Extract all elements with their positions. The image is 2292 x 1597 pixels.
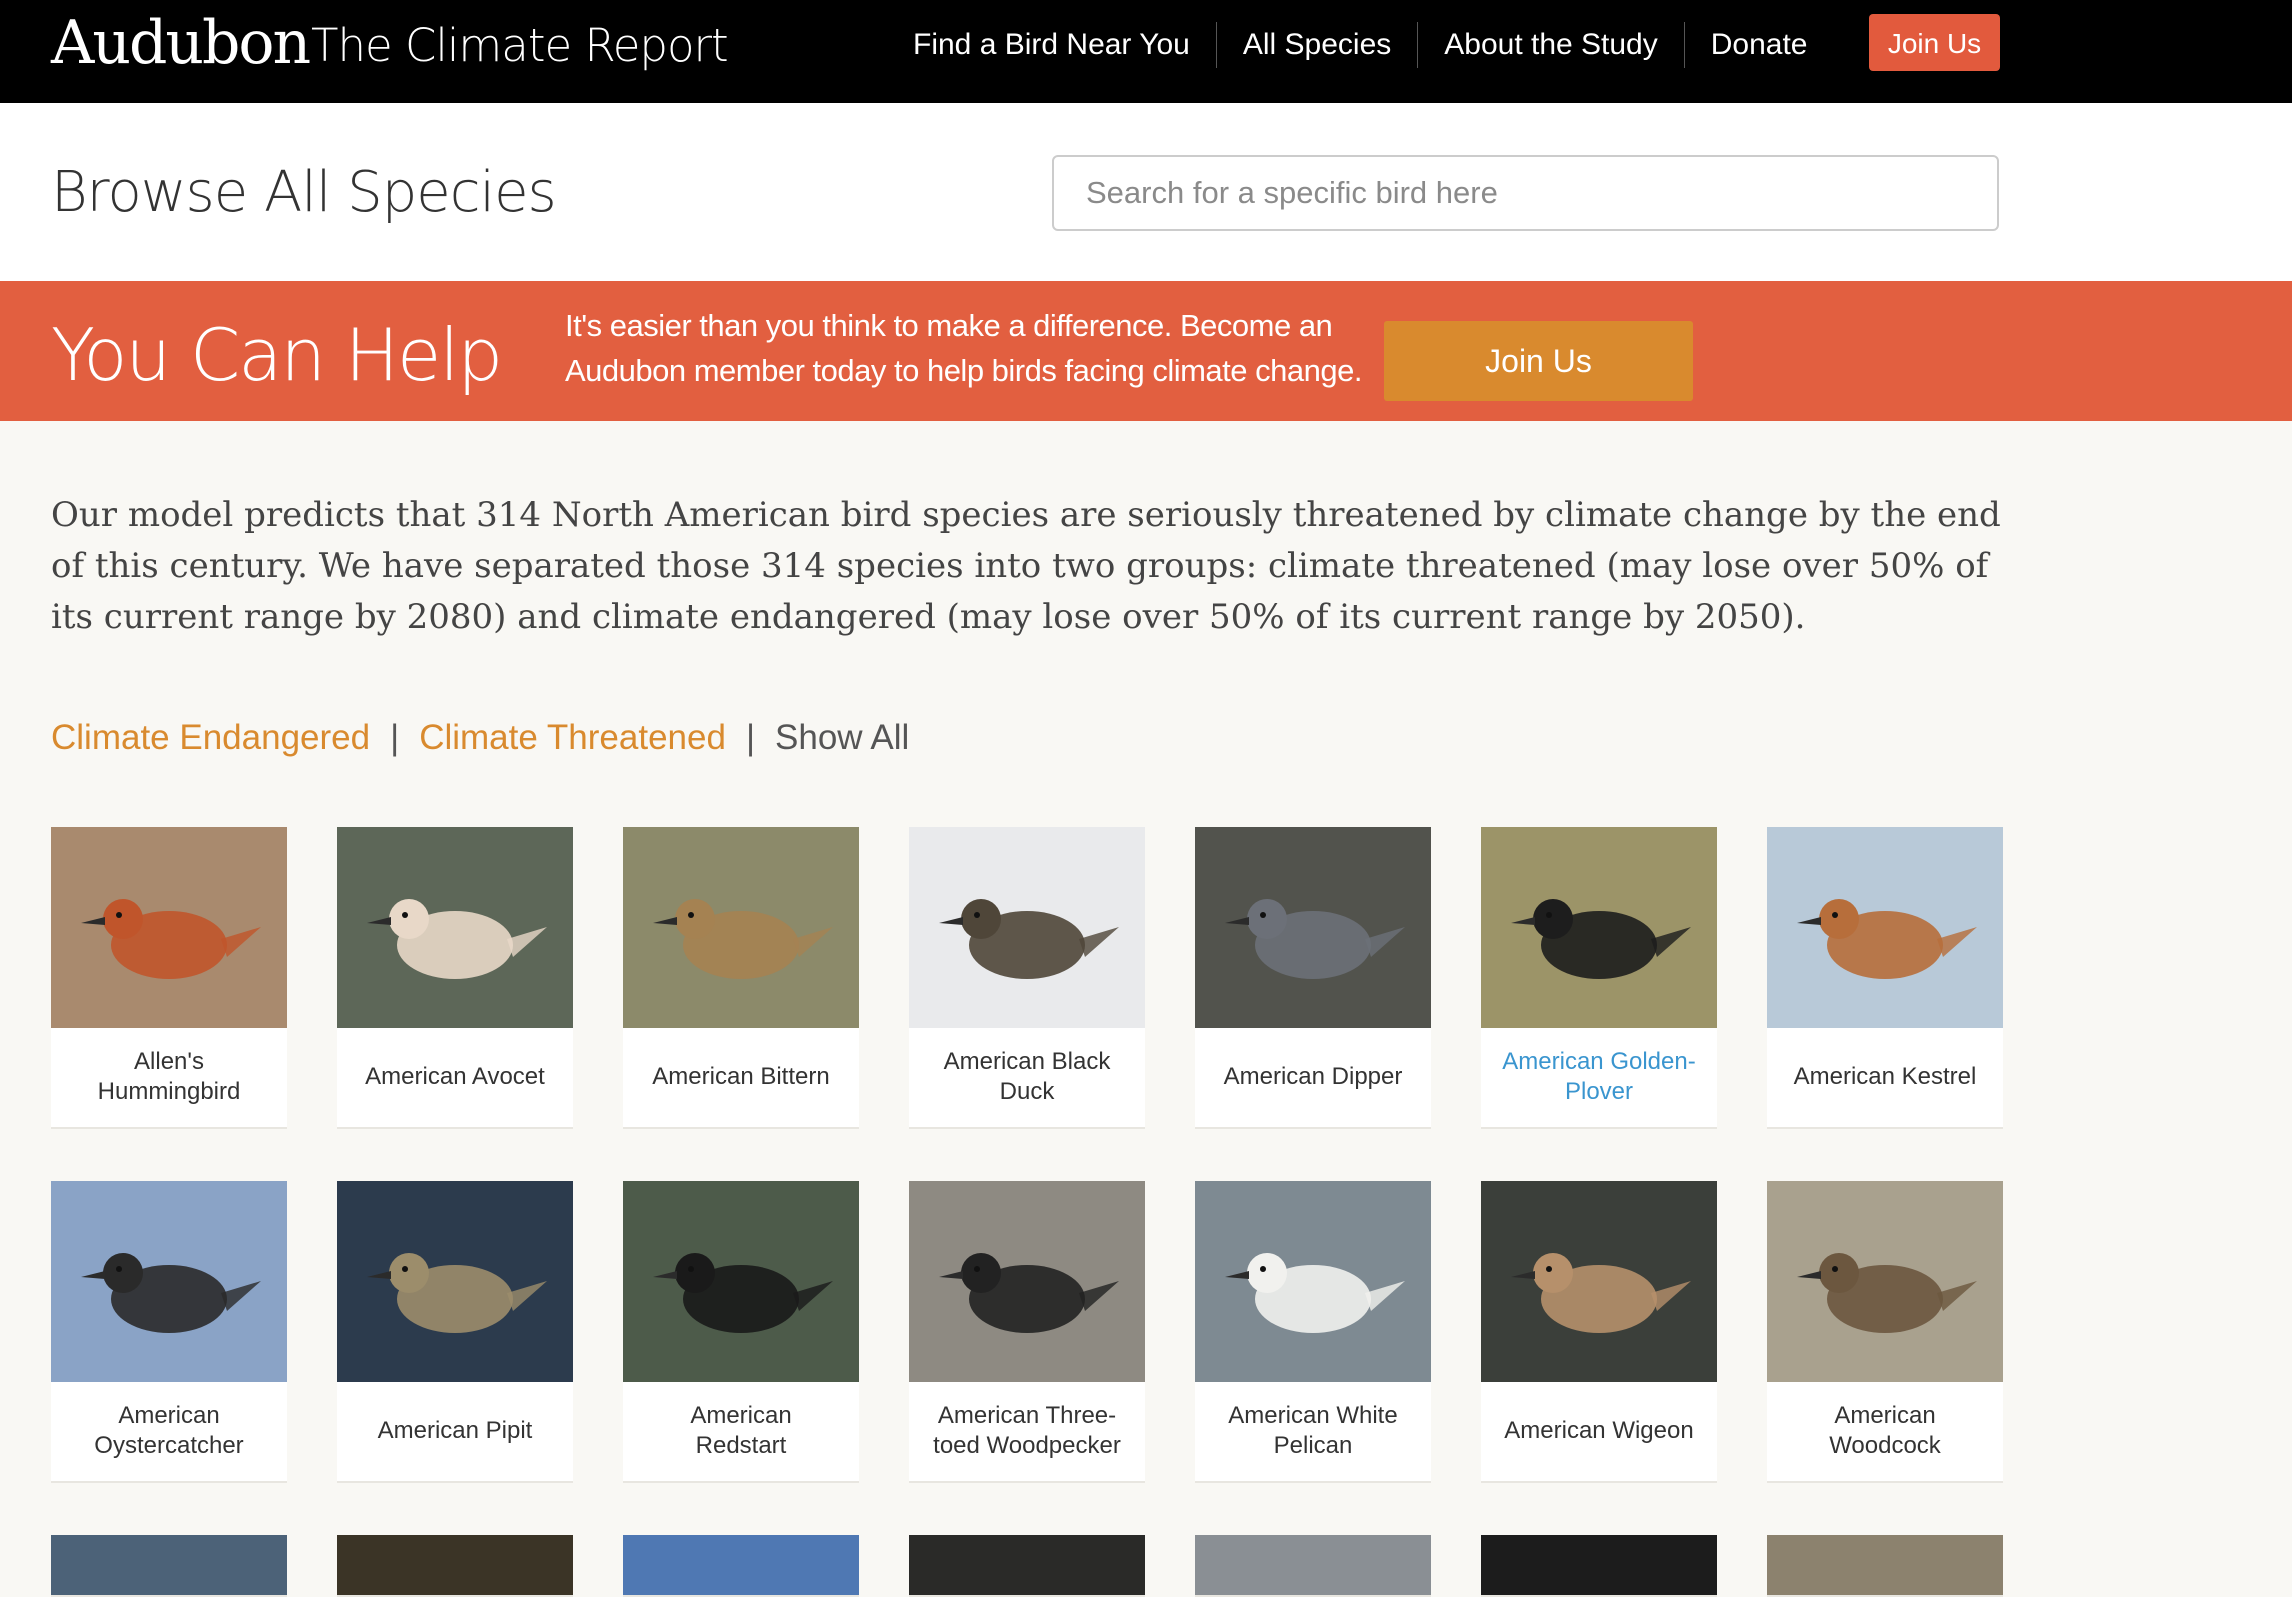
join-us-banner-button[interactable]: Join Us — [1384, 321, 1693, 401]
species-name[interactable]: American Bittern — [623, 1028, 859, 1125]
bird-photo[interactable] — [1767, 1535, 2003, 1595]
species-card[interactable] — [1195, 1535, 1431, 1597]
species-name[interactable]: American Black Duck — [909, 1028, 1145, 1125]
species-card[interactable]: American Wigeon — [1481, 1181, 1717, 1483]
species-name[interactable]: American Oystercatcher — [51, 1382, 287, 1479]
bird-photo[interactable] — [623, 827, 859, 1028]
bird-photo[interactable] — [51, 827, 287, 1028]
filter-separator: | — [745, 718, 756, 757]
species-card[interactable] — [51, 1535, 287, 1597]
species-card[interactable]: American Three-toed Woodpecker — [909, 1181, 1145, 1483]
bird-photo[interactable] — [51, 1181, 287, 1382]
species-name[interactable]: Allen's Hummingbird — [51, 1028, 287, 1125]
species-name[interactable]: American Kestrel — [1767, 1028, 2003, 1125]
species-name[interactable]: American Wigeon — [1481, 1382, 1717, 1479]
species-grid: Allen's Hummingbird American Avocet Americ… — [51, 827, 2003, 1597]
species-name[interactable]: American Woodcock — [1767, 1382, 2003, 1479]
species-card[interactable]: American Avocet — [337, 827, 573, 1129]
help-banner-text: It's easier than you think to make a dif… — [565, 303, 1365, 393]
browse-header: Browse All Species — [0, 103, 2292, 281]
site-title[interactable]: The Climate Report — [311, 16, 729, 76]
species-name[interactable]: American Avocet — [337, 1028, 573, 1125]
species-name[interactable]: American Pipit — [337, 1382, 573, 1479]
bird-photo[interactable] — [1481, 1535, 1717, 1595]
filter-show-all[interactable]: Show All — [775, 718, 909, 758]
species-card[interactable]: American Dipper — [1195, 827, 1431, 1129]
bird-photo[interactable] — [1481, 827, 1717, 1028]
bird-photo[interactable] — [909, 827, 1145, 1028]
species-card[interactable]: American Woodcock — [1767, 1181, 2003, 1483]
bird-photo[interactable] — [909, 1535, 1145, 1595]
species-search-input[interactable] — [1052, 155, 1999, 231]
species-filter-bar: Climate Endangered | Climate Threatened … — [51, 715, 909, 761]
help-banner-title: You Can Help — [51, 313, 503, 397]
help-text-line-1: It's easier than you think to make a dif… — [565, 308, 1333, 343]
species-card[interactable] — [909, 1535, 1145, 1597]
bird-photo[interactable] — [623, 1181, 859, 1382]
bird-photo[interactable] — [1767, 1181, 2003, 1382]
species-name[interactable]: American Golden-Plover — [1481, 1028, 1717, 1125]
filter-climate-endangered[interactable]: Climate Endangered — [51, 718, 370, 758]
nav-about-study[interactable]: About the Study — [1417, 22, 1684, 68]
join-us-header-button[interactable]: Join Us — [1869, 14, 2000, 71]
species-name[interactable]: American Dipper — [1195, 1028, 1431, 1125]
species-card[interactable]: American Pipit — [337, 1181, 573, 1483]
filter-climate-threatened[interactable]: Climate Threatened — [419, 718, 726, 758]
bird-photo[interactable] — [1195, 827, 1431, 1028]
bird-photo[interactable] — [623, 1535, 859, 1595]
filter-separator: | — [390, 718, 400, 757]
bird-photo[interactable] — [1481, 1181, 1717, 1382]
bird-photo[interactable] — [1195, 1535, 1431, 1595]
species-card[interactable] — [337, 1535, 573, 1597]
species-card[interactable]: American Redstart — [623, 1181, 859, 1483]
species-card[interactable]: American Black Duck — [909, 827, 1145, 1129]
audubon-logo[interactable]: Audubon — [51, 8, 311, 78]
species-card[interactable] — [1481, 1535, 1717, 1597]
main-nav: Find a Bird Near You All Species About t… — [913, 22, 1834, 68]
help-banner: You Can Help It's easier than you think … — [0, 281, 2292, 421]
nav-all-species[interactable]: All Species — [1215, 22, 1417, 68]
nav-find-bird[interactable]: Find a Bird Near You — [913, 22, 1216, 68]
species-card[interactable] — [1767, 1535, 2003, 1597]
species-card[interactable]: Allen's Hummingbird — [51, 827, 287, 1129]
species-card[interactable]: American Kestrel — [1767, 827, 2003, 1129]
species-card[interactable]: American Golden-Plover — [1481, 827, 1717, 1129]
page-title: Browse All Species — [51, 160, 557, 225]
bird-photo[interactable] — [51, 1535, 287, 1595]
species-card[interactable]: American Oystercatcher — [51, 1181, 287, 1483]
bird-photo[interactable] — [337, 1181, 573, 1382]
species-name[interactable]: American White Pelican — [1195, 1382, 1431, 1479]
species-card[interactable] — [623, 1535, 859, 1597]
top-navigation-bar: Audubon The Climate Report Find a Bird N… — [0, 0, 2292, 103]
species-card[interactable]: American White Pelican — [1195, 1181, 1431, 1483]
nav-donate[interactable]: Donate — [1683, 22, 1834, 68]
bird-photo[interactable] — [1195, 1181, 1431, 1382]
species-name[interactable]: American Redstart — [623, 1382, 859, 1479]
intro-paragraph: Our model predicts that 314 North Americ… — [51, 495, 2001, 637]
bird-photo[interactable] — [337, 1535, 573, 1595]
bird-photo[interactable] — [909, 1181, 1145, 1382]
species-card[interactable]: American Bittern — [623, 827, 859, 1129]
bird-photo[interactable] — [337, 827, 573, 1028]
species-name[interactable]: American Three-toed Woodpecker — [909, 1382, 1145, 1479]
bird-photo[interactable] — [1767, 827, 2003, 1028]
help-text-line-2: Audubon member today to help birds facin… — [565, 353, 1362, 388]
